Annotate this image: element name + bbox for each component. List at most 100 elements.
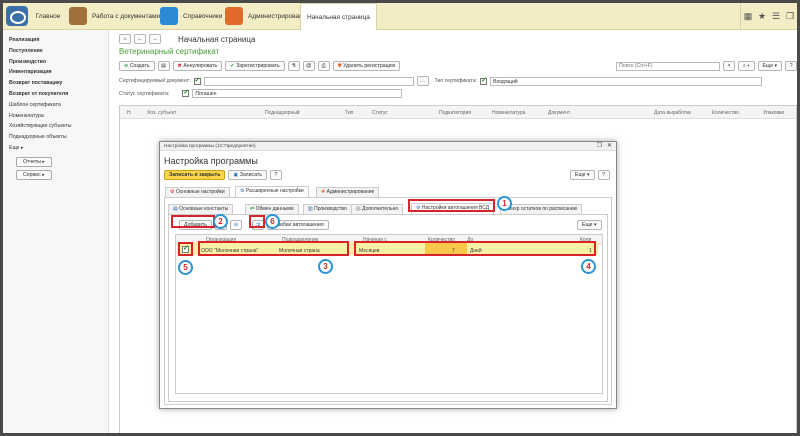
more-button-label: Еще — [762, 63, 774, 69]
window-icon[interactable]: ❐ — [783, 11, 797, 22]
print-icon[interactable]: ⎙ — [317, 61, 330, 71]
factory-icon: ▥ — [308, 206, 313, 212]
subtab-exchange-label: Обмен данными — [255, 206, 294, 212]
sidebar-item-cert-template[interactable]: Шаблон сертификата — [3, 100, 108, 111]
nav-catalogs[interactable]: Справочники — [160, 3, 222, 29]
subtab-additional[interactable]: ▤ Дополнительно — [351, 204, 404, 214]
service-button[interactable]: Сервис ▸ — [16, 169, 52, 180]
book-icon — [160, 7, 178, 25]
status-checkbox[interactable] — [182, 88, 190, 97]
tab-basic-settings-label: Основные настройки — [175, 189, 225, 195]
dialog-toolbar: Записать и закрыть ▣ Записать ? — [164, 170, 282, 180]
grid-icon[interactable]: ▦ — [741, 11, 755, 22]
flask-icon[interactable]: ⚗ — [287, 61, 300, 71]
sidebar-item-supervised-objects[interactable]: Поднадзорные объекты — [3, 132, 108, 143]
subtab-production-label: Производство — [314, 206, 347, 212]
delete-registration-label: Удалить регистрацию — [343, 63, 396, 69]
search-input[interactable] — [616, 61, 720, 71]
tab-content: ▤ Основные константы ⇄ Обмен данными ▥ П… — [164, 197, 612, 405]
sidebar-item-return-supplier[interactable]: Возврат поставщику — [3, 78, 108, 89]
status-label: Статус сертификата: — [119, 90, 170, 97]
subtab-additional-label: Дополнительно — [362, 206, 399, 212]
sidebar-item-inventory[interactable]: Инвентаризация — [3, 67, 108, 78]
nav-admin[interactable]: Администрирование — [225, 3, 310, 29]
sidebar-item-return-customer[interactable]: Возврат от покупателя — [3, 89, 108, 100]
exchange-icon: ⇄ — [250, 206, 255, 212]
cert-doc-field[interactable] — [203, 76, 414, 86]
col-type: Тип — [345, 110, 354, 116]
col-quantity: Количество — [712, 110, 739, 116]
dialog-help-button-2[interactable]: ? — [597, 170, 610, 180]
cert-doc-checkbox[interactable] — [193, 76, 201, 85]
tab-basic-settings[interactable]: ⚙ Основные настройки — [165, 187, 230, 197]
save-button[interactable]: ▣ Записать — [228, 170, 267, 180]
table-more-button[interactable]: Еще ▾ — [577, 220, 602, 230]
nav-documents[interactable]: Работа с документами — [69, 3, 160, 29]
close-icon[interactable]: ✕ — [607, 142, 612, 151]
more-button[interactable]: Еще ▾ — [757, 61, 783, 71]
cert-type-checkbox[interactable] — [480, 76, 488, 85]
dialog-help-button[interactable]: ? — [269, 170, 282, 180]
maximize-icon[interactable]: ❐ — [597, 142, 602, 151]
dialog-titlebar: Настройка программы (1С:Предприятие) ✕ ❐ — [160, 142, 616, 151]
subtab-exchange[interactable]: ⇄ Обмен данными — [245, 204, 299, 214]
shield-icon: ⛊ — [337, 63, 342, 69]
register-button[interactable]: ✔ Зарегистрировать — [225, 61, 285, 71]
nav-documents-label: Работа с документами — [92, 12, 161, 20]
subtab-constants[interactable]: ▤ Основные константы — [168, 204, 234, 214]
cert-doc-select-icon[interactable]: … — [416, 76, 429, 86]
marker-2: 2 — [213, 214, 228, 229]
doc-title-row: Ветеринарный сертификат — [119, 47, 219, 56]
menu-icon[interactable]: ☰ — [769, 11, 783, 22]
cert-type-field[interactable]: Входящий — [490, 76, 763, 86]
sidebar-item-receipts[interactable]: Поступление — [3, 46, 108, 57]
col-packages: Упаковки — [763, 110, 785, 116]
search-toolbar: × ⌕ ▾ Еще ▾ ? — [616, 61, 797, 71]
tab-administration[interactable]: ✚ Администрирование — [316, 187, 380, 197]
sidebar-item-nomenclature[interactable]: Номенклатура — [3, 111, 108, 122]
doc-icon: ▤ — [173, 206, 178, 212]
back-arrow-icon[interactable]: ← — [134, 34, 146, 44]
star-icon[interactable]: ★ — [755, 11, 769, 22]
tab-start-page[interactable]: Начальная страница — [300, 3, 377, 30]
subtab-production[interactable]: ▥ Производство — [303, 204, 352, 214]
create-button[interactable]: ⊕ Создать — [119, 61, 155, 71]
plus-icon: ⊕ — [124, 63, 129, 69]
search-button[interactable]: ⌕ ▾ — [738, 61, 755, 71]
help-button[interactable]: ? — [785, 61, 797, 71]
marker-1: 1 — [497, 196, 512, 211]
tab-advanced-settings[interactable]: ⚙ Расширенные настройки — [235, 186, 309, 197]
nav-home[interactable]: Главное — [31, 3, 65, 29]
sidebar-item-sales[interactable]: Реализация — [3, 35, 108, 46]
search-icon: ⌕ — [743, 63, 746, 69]
gear-icon: ⚙ — [170, 189, 175, 195]
forward-arrow-icon[interactable]: → — [149, 34, 161, 44]
sidebar-item-more[interactable]: Еще ▸ — [3, 143, 108, 154]
create-button-label: Создать — [129, 63, 150, 69]
home-icon[interactable]: ⌂ — [119, 34, 131, 44]
document-title: Ветеринарный сертификат — [119, 47, 220, 56]
highlight-run-button — [249, 215, 265, 228]
clear-search-icon[interactable]: × — [723, 61, 735, 71]
dialog-more-label: Еще — [575, 172, 586, 178]
sidebar-item-business-entities[interactable]: Хозяйствующие субъекты — [3, 121, 108, 132]
sidebar-item-production[interactable]: Производство — [3, 57, 108, 68]
autoextinguish-table: Организация Подразделение Начиная с Коли… — [175, 234, 603, 394]
dialog-more-button[interactable]: Еще ▾ — [570, 170, 595, 180]
col-nomenclature: Номенклатура — [492, 110, 526, 116]
annul-button[interactable]: ✖ Аннулировать — [172, 61, 223, 71]
marker-6: 6 — [265, 214, 280, 229]
save-close-button[interactable]: Записать и закрыть — [164, 170, 226, 180]
app-logo-icon[interactable] — [6, 6, 28, 26]
copy-icon[interactable]: ▤ — [157, 61, 170, 71]
at-icon[interactable]: @ — [302, 61, 315, 71]
settings-dialog: Настройка программы (1С:Предприятие) ✕ ❐… — [159, 141, 617, 409]
cancel-icon: ✖ — [177, 63, 182, 69]
col-production-date: Дата выработки — [654, 110, 692, 116]
subtab-sync[interactable]: Синхр остатков по расписанию — [500, 204, 583, 214]
status-field[interactable]: Погашен — [192, 89, 403, 98]
delete-row-icon[interactable]: ⊖ — [229, 220, 242, 230]
main-toolbar: ⊕ Создать ▤ ✖ Аннулировать ✔ Зарегистрир… — [119, 61, 401, 71]
reports-button[interactable]: Отчеты ▸ — [16, 156, 52, 167]
delete-registration-button[interactable]: ⛊ Удалить регистрацию — [332, 61, 401, 71]
